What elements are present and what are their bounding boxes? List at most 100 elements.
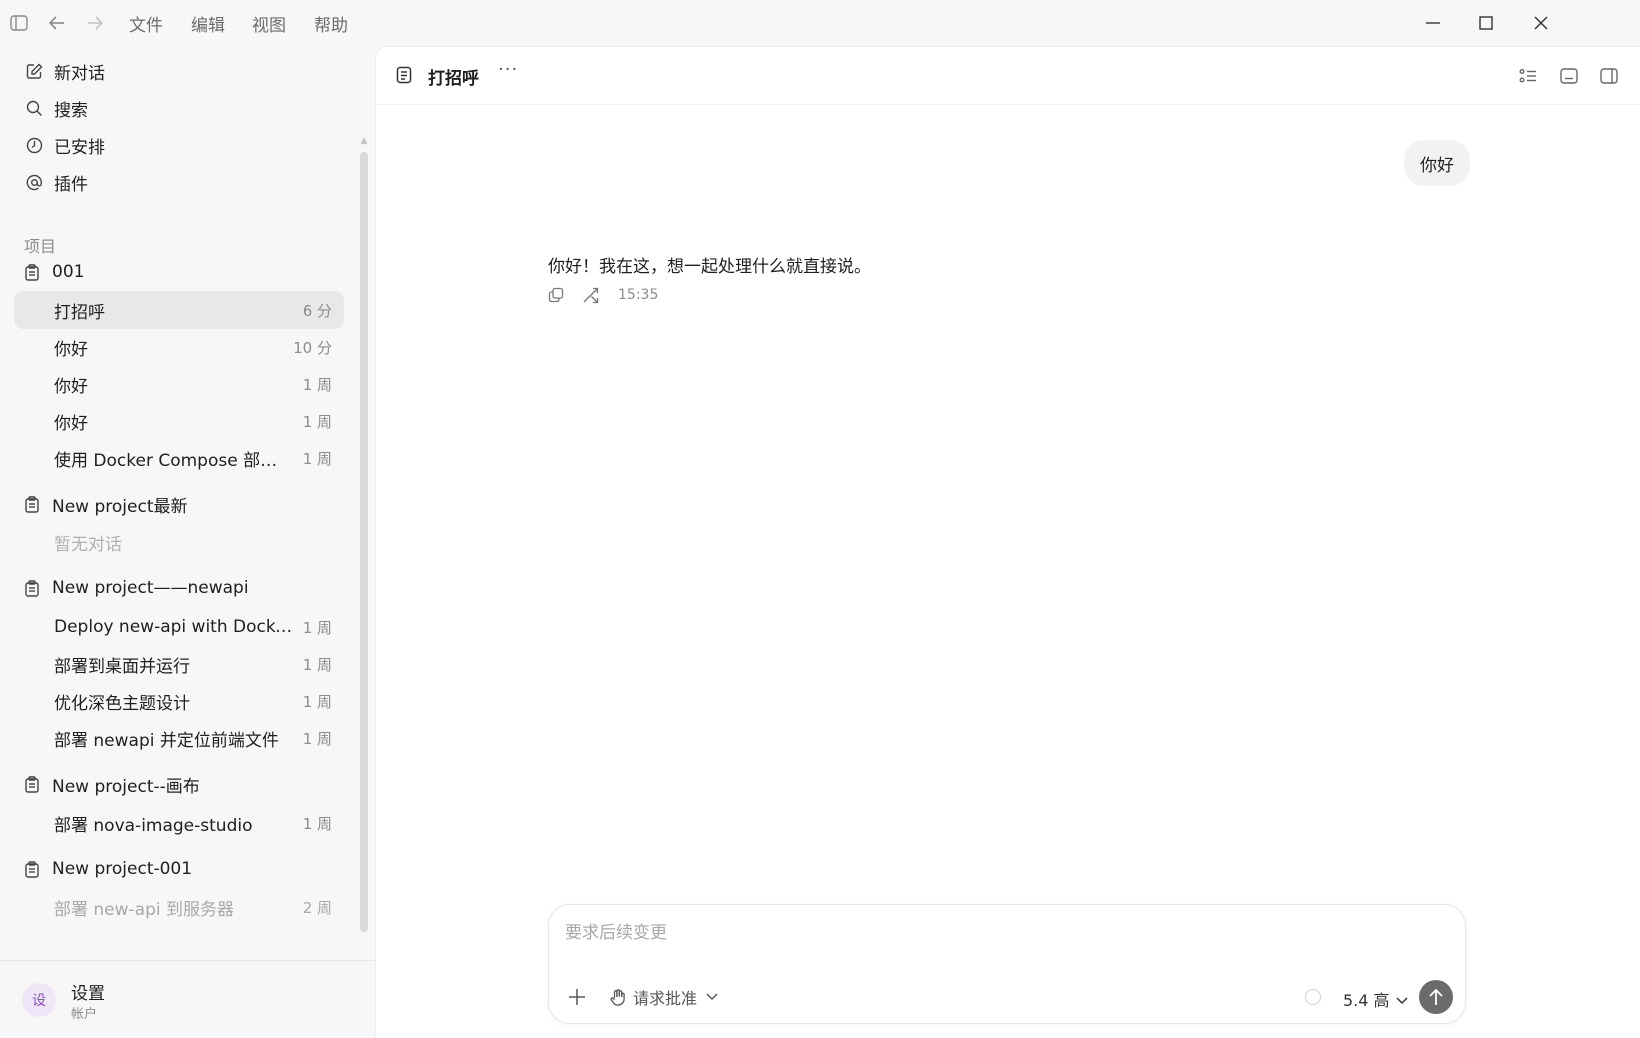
copy-icon[interactable] bbox=[546, 285, 566, 305]
chevron-down-icon bbox=[1396, 990, 1408, 1009]
conversation-item[interactable]: 优化深色主题设计 1 周 bbox=[14, 682, 344, 720]
close-button[interactable] bbox=[1526, 8, 1556, 38]
clipboard-icon bbox=[22, 494, 42, 514]
project-name: New project-001 bbox=[52, 859, 193, 879]
sidebar-footer[interactable]: 设 设置 帐户 bbox=[0, 960, 375, 1038]
conversation-item[interactable]: 你好 1 周 bbox=[14, 402, 344, 440]
conversation-item[interactable]: 部署 nova-image-studio 1 周 bbox=[14, 804, 344, 842]
project-newapi[interactable]: New project——newapi bbox=[22, 573, 249, 603]
minimize-button[interactable] bbox=[1418, 8, 1448, 38]
conversation-item[interactable]: 部署 new-api 到服务器 2 周 bbox=[14, 888, 344, 926]
search-button[interactable]: 搜索 bbox=[24, 93, 88, 123]
sidebar: 新对话 搜索 已安排 插件 项目 001 打招呼 6 分 你好 10 分 你好 … bbox=[0, 46, 375, 1038]
projects-section-label: 项目 bbox=[24, 237, 57, 256]
conversation-title: 你好 bbox=[54, 413, 88, 434]
at-sign-icon bbox=[24, 172, 44, 192]
chat-header: 打招呼 ··· bbox=[376, 47, 1640, 105]
conversation-title: 你好 bbox=[54, 376, 88, 397]
right-panel-toggle-icon[interactable] bbox=[1598, 65, 1620, 87]
hand-icon bbox=[609, 988, 627, 1006]
conversation-title: 部署 new-api 到服务器 bbox=[54, 899, 235, 920]
sidebar-toggle-icon[interactable] bbox=[8, 12, 30, 34]
conversation-title: Deploy new-api with Docker ... bbox=[54, 617, 294, 637]
conversation-title: 使用 Docker Compose 部署 n... bbox=[54, 450, 294, 471]
conversation-item[interactable]: 部署 newapi 并定位前端文件 1 周 bbox=[14, 719, 344, 757]
search-label: 搜索 bbox=[54, 100, 88, 121]
chevron-down-icon bbox=[703, 988, 721, 1006]
maximize-button[interactable] bbox=[1471, 8, 1501, 38]
sidebar-scrollbar[interactable] bbox=[360, 152, 368, 932]
edit-icon bbox=[24, 61, 44, 81]
clipboard-icon bbox=[22, 774, 42, 794]
clipboard-icon bbox=[22, 578, 42, 598]
clock-icon bbox=[24, 135, 44, 155]
app-window: 文件 编辑 视图 帮助 新对话 搜索 已安排 插件 项目 001 打招呼 6 分… bbox=[0, 0, 1640, 1038]
conversation-title: 部署到桌面并运行 bbox=[54, 656, 190, 677]
bottom-panel-toggle-icon[interactable] bbox=[1558, 65, 1580, 87]
settings-label: 设置 bbox=[71, 984, 105, 1004]
project-name: New project最新 bbox=[52, 496, 188, 517]
conversation-time: 2 周 bbox=[302, 898, 332, 917]
back-arrow-icon[interactable] bbox=[46, 12, 68, 34]
scheduled-button[interactable]: 已安排 bbox=[24, 130, 105, 160]
composer: 请求批准 5.4 高 bbox=[548, 904, 1466, 1024]
search-icon bbox=[24, 98, 44, 118]
menu-view[interactable]: 视图 bbox=[252, 11, 286, 36]
project-name: New project——newapi bbox=[52, 578, 249, 598]
conversation-time: 1 周 bbox=[302, 729, 332, 748]
list-view-icon[interactable] bbox=[1517, 65, 1539, 87]
plugins-button[interactable]: 插件 bbox=[24, 167, 88, 197]
conversation-time: 6 分 bbox=[302, 301, 332, 320]
conversation-title: 你好 bbox=[54, 339, 88, 360]
conversation-item[interactable]: 你好 1 周 bbox=[14, 365, 344, 403]
project-name: 001 bbox=[52, 262, 85, 282]
scheduled-label: 已安排 bbox=[54, 137, 105, 158]
menu-edit[interactable]: 编辑 bbox=[191, 11, 225, 36]
empty-conversations-note: 暂无对话 bbox=[54, 535, 122, 555]
conversation-item[interactable]: 使用 Docker Compose 部署 n... 1 周 bbox=[14, 439, 344, 477]
project-canvas[interactable]: New project--画布 bbox=[22, 769, 200, 799]
menu-help[interactable]: 帮助 bbox=[314, 11, 348, 36]
conversation-time: 10 分 bbox=[293, 338, 332, 357]
more-options-button[interactable]: ··· bbox=[498, 59, 518, 80]
user-message-bubble: 你好 bbox=[1404, 140, 1470, 186]
assistant-message: 你好！我在这，想一起处理什么就直接说。 bbox=[548, 257, 871, 277]
avatar[interactable]: 设 bbox=[22, 983, 56, 1017]
model-label: 5.4 高 bbox=[1343, 991, 1390, 1010]
fork-icon[interactable] bbox=[580, 285, 600, 305]
project-new-project-latest[interactable]: New project最新 bbox=[22, 489, 188, 519]
project-new-project-001[interactable]: New project-001 bbox=[22, 854, 192, 884]
message-timestamp: 15:35 bbox=[618, 287, 659, 303]
clipboard-icon bbox=[22, 859, 42, 879]
approval-mode-dropdown[interactable]: 请求批准 bbox=[609, 985, 721, 1009]
conversation-time: 1 周 bbox=[302, 412, 332, 431]
conversation-time: 1 周 bbox=[302, 655, 332, 674]
approval-mode-label: 请求批准 bbox=[633, 989, 698, 1008]
project-name: New project--画布 bbox=[52, 776, 200, 797]
conversation-time: 1 周 bbox=[302, 692, 332, 711]
conversation-time: 1 周 bbox=[302, 814, 332, 833]
conversation-title: 部署 nova-image-studio bbox=[54, 815, 253, 836]
forward-arrow-icon[interactable] bbox=[84, 12, 106, 34]
thread-title: 打招呼 bbox=[428, 69, 479, 89]
conversation-title: 部署 newapi 并定位前端文件 bbox=[54, 730, 279, 751]
composer-input[interactable] bbox=[565, 923, 1445, 943]
scroll-up-arrow-icon[interactable]: ▲ bbox=[359, 136, 369, 146]
model-selector[interactable]: 5.4 高 bbox=[1343, 987, 1408, 1011]
message-actions: 15:35 bbox=[546, 285, 658, 305]
add-attachment-button[interactable] bbox=[565, 985, 589, 1009]
title-bar: 文件 编辑 视图 帮助 bbox=[0, 0, 1640, 46]
conversation-item[interactable]: 打招呼 6 分 bbox=[14, 291, 344, 329]
conversation-item[interactable]: Deploy new-api with Docker ... 1 周 bbox=[14, 608, 344, 646]
conversation-item[interactable]: 部署到桌面并运行 1 周 bbox=[14, 645, 344, 683]
send-button[interactable] bbox=[1419, 980, 1453, 1014]
new-chat-button[interactable]: 新对话 bbox=[24, 56, 105, 86]
context-status-indicator[interactable] bbox=[1305, 989, 1321, 1005]
conversation-time: 1 周 bbox=[302, 449, 332, 468]
plugins-label: 插件 bbox=[54, 174, 88, 195]
account-label: 帐户 bbox=[71, 1007, 98, 1022]
conversation-item[interactable]: 你好 10 分 bbox=[14, 328, 344, 366]
project-001[interactable]: 001 bbox=[22, 257, 84, 287]
menu-file[interactable]: 文件 bbox=[129, 11, 163, 36]
chat-panel: 打招呼 ··· 你好 你好！我在这，想一起处理什么就直接说。 15:35 要求后… bbox=[375, 46, 1640, 1038]
